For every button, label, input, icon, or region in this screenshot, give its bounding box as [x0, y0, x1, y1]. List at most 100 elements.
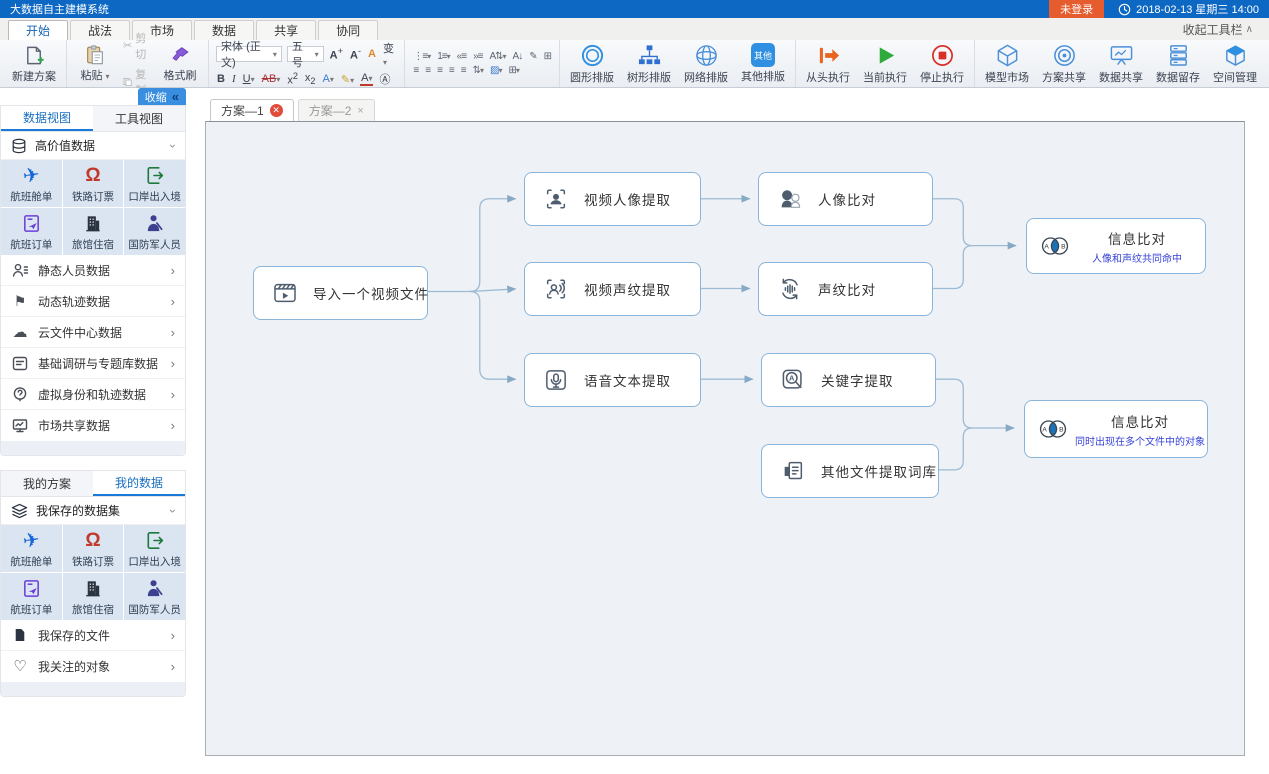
- tab-my-data[interactable]: 我的数据: [93, 471, 185, 496]
- category-market-shared-data[interactable]: 市场共享数据›: [1, 410, 185, 441]
- plan-tab-2[interactable]: 方案—2 ×: [298, 99, 375, 122]
- text-effects-button[interactable]: A▾: [322, 73, 335, 85]
- flow-node-face-compare[interactable]: 人像比对: [758, 172, 933, 226]
- change-case-button[interactable]: 变▾: [382, 40, 397, 68]
- category-static-person-data[interactable]: 静态人员数据›: [1, 255, 185, 286]
- space-manage-button[interactable]: 空间管理: [1210, 42, 1260, 86]
- line-spacing-button[interactable]: A⇅▾: [488, 51, 506, 62]
- dataset-flight-order[interactable]: 航班订单: [1, 208, 62, 255]
- tab-data-view[interactable]: 数据视图: [1, 106, 93, 131]
- dataset-military-personnel[interactable]: 国防军人员: [124, 573, 185, 620]
- tab-tool-view[interactable]: 工具视图: [93, 106, 185, 131]
- dataset-flight-order[interactable]: 航班订单: [1, 573, 62, 620]
- dataset-port-entry[interactable]: 口岸出入境: [124, 160, 185, 207]
- font-color-button[interactable]: A▾: [360, 72, 373, 86]
- font-family-select[interactable]: 宋体 (正文)▾: [216, 46, 282, 62]
- flow-node-voiceprint-compare[interactable]: 声纹比对: [758, 262, 933, 316]
- model-market-button[interactable]: 模型市场: [982, 42, 1032, 86]
- flow-node-speech-text-extract[interactable]: 语音文本提取: [524, 353, 701, 407]
- row-my-followed-objects[interactable]: ♡ 我关注的对象›: [1, 651, 185, 682]
- shrink-font-button[interactable]: A-: [349, 46, 362, 62]
- run-from-start-button[interactable]: 从头执行: [803, 42, 853, 86]
- tab-my-plans[interactable]: 我的方案: [1, 471, 93, 496]
- stop-run-button[interactable]: 停止执行: [917, 42, 967, 86]
- dataset-flight-manifest[interactable]: ✈航班舱单: [1, 525, 62, 572]
- menu-tab-data[interactable]: 数据: [194, 20, 254, 40]
- tree-layout-button[interactable]: 树形排版: [624, 42, 674, 86]
- circle-layout-button[interactable]: 圆形排版: [567, 42, 617, 86]
- paragraph-spacing-button[interactable]: ⇅▾: [472, 65, 484, 76]
- virtual-head-icon: [12, 386, 28, 402]
- font-size-select[interactable]: 五号▾: [287, 46, 324, 62]
- align-distribute-button[interactable]: ≡: [460, 65, 467, 76]
- plan-share-button[interactable]: 方案共享: [1039, 42, 1089, 86]
- align-justify-button[interactable]: ≡: [448, 65, 455, 76]
- number-list-button[interactable]: 1≡▾: [436, 51, 450, 62]
- entry-exit-icon: [144, 530, 165, 551]
- flow-node-keyword-extract[interactable]: A 关键字提取: [761, 353, 936, 407]
- strikethrough-button[interactable]: AB▾: [261, 73, 282, 85]
- section-high-value-data[interactable]: 高价值数据 ›: [1, 132, 185, 160]
- shading-button[interactable]: ▨▾: [489, 65, 502, 76]
- data-share-button[interactable]: 数据共享: [1096, 42, 1146, 86]
- dataset-hotel-stay[interactable]: 旅馆住宿: [63, 573, 124, 620]
- flow-node-info-compare-2[interactable]: AB 信息比对 同时出现在多个文件中的对象: [1024, 400, 1208, 458]
- close-tab-icon[interactable]: ✕: [270, 104, 283, 117]
- other-layout-button[interactable]: 其他 其他排版: [738, 42, 788, 86]
- flow-node-video-face-extract[interactable]: 视频人像提取: [524, 172, 701, 226]
- dataset-rail-ticket[interactable]: Ω铁路订票: [63, 525, 124, 572]
- close-tab-icon[interactable]: ×: [357, 105, 363, 117]
- align-center-button[interactable]: ≡: [424, 65, 431, 76]
- clear-format-button[interactable]: A: [367, 48, 377, 60]
- underline-button[interactable]: U▾: [242, 73, 256, 85]
- borders-button[interactable]: ⊞▾: [507, 65, 519, 76]
- table-button[interactable]: ⊞: [543, 51, 552, 62]
- superscript-button[interactable]: x2: [286, 71, 299, 87]
- dataset-flight-manifest[interactable]: ✈航班舱单: [1, 160, 62, 207]
- flow-node-video-voiceprint-extract[interactable]: 视频声纹提取: [524, 262, 701, 316]
- network-layout-button[interactable]: 网络排版: [681, 42, 731, 86]
- paste-button[interactable]: 粘贴 ▾: [74, 42, 116, 86]
- increase-indent-button[interactable]: »≡: [472, 51, 483, 62]
- login-status-badge[interactable]: 未登录: [1049, 0, 1104, 18]
- flow-canvas[interactable]: 导入一个视频文件 视频人像提取 视频声纹提取 语音文: [205, 121, 1245, 756]
- dataset-port-entry[interactable]: 口岸出入境: [124, 525, 185, 572]
- dataset-rail-ticket[interactable]: Ω铁路订票: [63, 160, 124, 207]
- decrease-indent-button[interactable]: «≡: [456, 51, 467, 62]
- new-plan-button[interactable]: 新建方案: [9, 42, 59, 86]
- align-right-button[interactable]: ≡: [436, 65, 443, 76]
- menu-tab-start[interactable]: 开始: [8, 20, 68, 40]
- bullet-list-button[interactable]: ⋮≡▾: [412, 51, 431, 62]
- highlight-button[interactable]: ✎▾: [340, 73, 355, 86]
- italic-button[interactable]: I: [231, 73, 237, 85]
- category-virtual-identity-data[interactable]: 虚拟身份和轨迹数据›: [1, 379, 185, 410]
- row-my-saved-files[interactable]: 我保存的文件›: [1, 620, 185, 651]
- run-current-button[interactable]: 当前执行: [860, 42, 910, 86]
- category-survey-thematic-data[interactable]: 基础调研与专题库数据›: [1, 348, 185, 379]
- high-value-dataset-grid: ✈航班舱单 Ω铁路订票 口岸出入境 航班订单 旅馆住宿 国防军人员: [1, 160, 185, 255]
- align-left-button[interactable]: ≡: [412, 65, 419, 76]
- show-marks-button[interactable]: ✎: [528, 51, 537, 62]
- grow-font-button[interactable]: A+: [329, 46, 344, 62]
- flow-node-info-compare-1[interactable]: AB 信息比对 人像和声纹共同命中: [1026, 218, 1206, 274]
- dataset-military-personnel[interactable]: 国防军人员: [124, 208, 185, 255]
- data-retention-button[interactable]: 数据留存: [1153, 42, 1203, 86]
- format-painter-button[interactable]: 格式刷: [159, 42, 201, 86]
- category-dynamic-trajectory-data[interactable]: ⚑ 动态轨迹数据›: [1, 286, 185, 317]
- menu-tab-share[interactable]: 共享: [256, 20, 316, 40]
- menu-tab-collab[interactable]: 协同: [318, 20, 378, 40]
- menu-tab-tactics[interactable]: 战法: [70, 20, 130, 40]
- flow-node-other-file-lexicon[interactable]: 其他文件提取词库: [761, 444, 939, 498]
- section-saved-datasets[interactable]: 我保存的数据集 ›: [1, 497, 185, 525]
- cut-button[interactable]: ✂剪切: [123, 30, 152, 62]
- dataset-hotel-stay[interactable]: 旅馆住宿: [63, 208, 124, 255]
- category-cloud-file-data[interactable]: ☁ 云文件中心数据›: [1, 317, 185, 348]
- char-border-button[interactable]: Ⓐ: [378, 71, 391, 87]
- subscript-button[interactable]: x2: [304, 72, 317, 86]
- plan-tab-1[interactable]: 方案—1 ✕: [210, 99, 294, 122]
- flow-node-import-video[interactable]: 导入一个视频文件: [253, 266, 428, 320]
- collapse-toolbar-button[interactable]: 收起工具栏 ∧: [1183, 21, 1253, 38]
- bold-button[interactable]: B: [216, 73, 226, 85]
- sort-button[interactable]: A↓: [512, 51, 524, 62]
- sidebar-collapse-button[interactable]: 收缩 «: [138, 88, 186, 105]
